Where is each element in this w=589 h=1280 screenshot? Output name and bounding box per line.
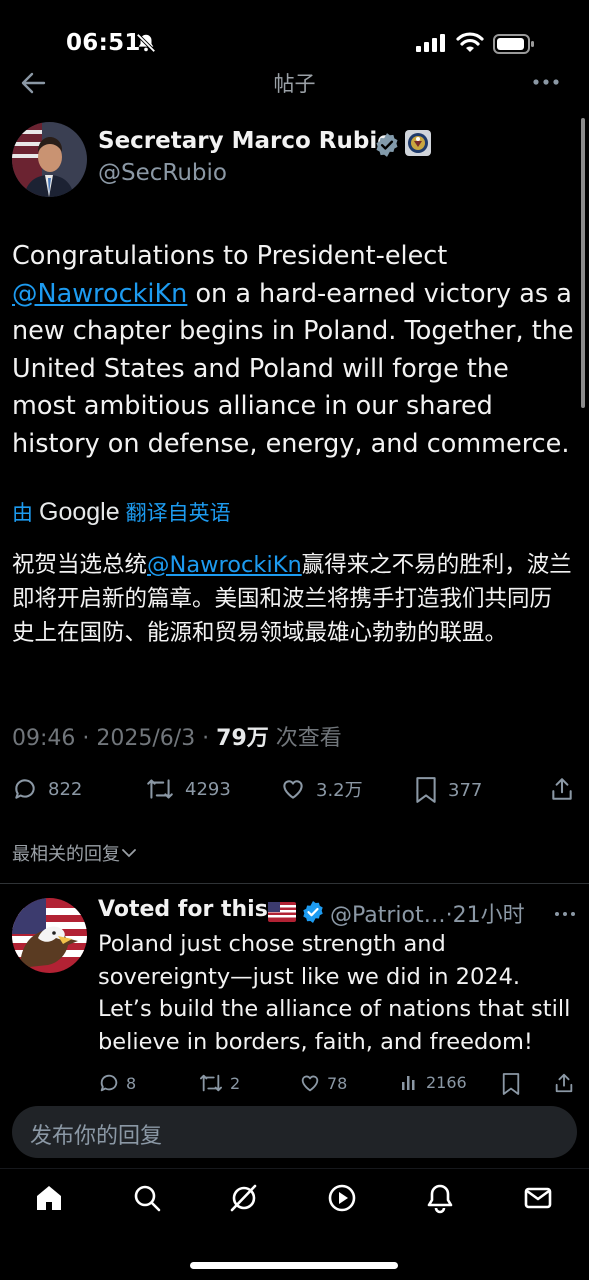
repost-icon [147,779,173,799]
seal-icon [405,130,431,156]
reply-like-button[interactable]: 78 [299,1072,347,1094]
author-handle[interactable]: @SecRubio [98,160,227,186]
reply-input-placeholder: 发布你的回复 [30,1124,163,1149]
reply-reply-button[interactable]: 8 [98,1072,136,1094]
nav-notifications[interactable] [424,1182,456,1214]
page-title: 帖子 [273,72,316,96]
us-flag-icon [268,902,296,922]
silent-bell-icon [135,32,157,54]
reply-avatar[interactable] [12,898,87,973]
grok-icon [230,1184,257,1212]
reply-button[interactable]: 822 [12,776,82,802]
reply-more-icon[interactable] [554,910,576,918]
nav-search[interactable] [131,1182,163,1214]
divider [0,883,589,884]
reply-repost-button[interactable]: 2 [198,1072,240,1094]
wifi-icon [456,32,484,54]
repost-icon [200,1074,222,1092]
reply-bookmark-button[interactable] [501,1072,521,1096]
messages-icon [524,1187,552,1209]
reply-icon [100,1074,118,1092]
share-icon [552,778,572,800]
home-indicator[interactable] [190,1262,398,1269]
divider [0,1168,589,1169]
cellular-signal-icon [416,34,448,52]
author-avatar[interactable] [12,122,87,197]
video-icon [328,1184,356,1212]
status-time: 06:51 [66,30,141,56]
views-icon [402,1076,415,1090]
nav-video[interactable] [326,1182,358,1214]
search-icon [134,1185,161,1212]
reply-icon [15,779,35,799]
reply-handle-time[interactable]: @Patriot…·21小时 [330,897,525,929]
mention-link[interactable]: @NawrockiKn [12,279,187,309]
battery-icon [493,34,535,54]
reply-author-name[interactable]: Voted for this [98,897,268,922]
post-meta: 09:46 · 2025/6/3 · 79万 次查看 [12,726,342,751]
post-text: Congratulations to President-elect @Nawr… [12,241,574,459]
bookmark-icon [502,1073,520,1095]
like-button[interactable]: 3.2万 [280,776,363,802]
translated-mention-link[interactable]: @NawrockiKn [147,552,302,578]
translation-attribution[interactable]: 由 Google 翻译自英语 [12,497,231,527]
reply-share-button[interactable] [553,1072,575,1094]
home-icon [37,1186,61,1210]
share-icon [555,1073,573,1093]
reply-text: Poland just chose strength and sovereign… [98,931,571,1055]
verified-icon [374,132,400,158]
translated-text: 祝贺当选总统@NawrockiKn赢得来之不易的胜利，波兰即将开启新的篇章。美国… [12,552,572,646]
share-button[interactable] [549,776,575,802]
more-icon[interactable] [532,72,560,92]
google-logo: Google [39,498,120,526]
notifications-icon [427,1184,453,1214]
verified-icon [301,900,325,924]
author-name[interactable]: Secretary Marco Rubio [98,128,393,154]
reply-sort-dropdown[interactable]: 最相关的回复 [12,840,138,866]
scrollbar[interactable] [581,118,585,408]
repost-button[interactable]: 4293 [145,776,231,802]
nav-grok[interactable] [228,1182,260,1214]
reply-views-button[interactable]: 2166 [400,1072,467,1092]
view-count: 79万 [216,726,269,751]
like-icon [301,1075,319,1092]
nav-messages[interactable] [522,1182,554,1214]
chevron-down-icon [122,849,136,858]
bookmark-icon [416,777,436,803]
like-icon [283,780,303,799]
nav-home[interactable] [33,1182,65,1214]
bookmark-button[interactable]: 377 [414,776,482,804]
